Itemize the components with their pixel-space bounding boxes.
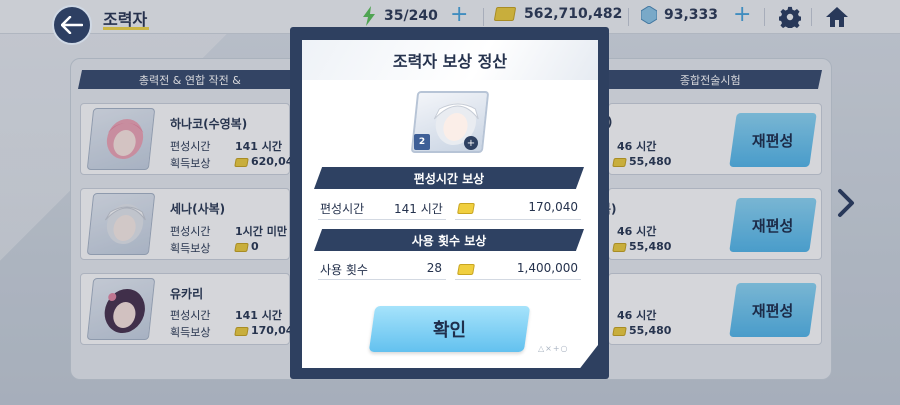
- count-label: 사용 횟수: [320, 263, 368, 277]
- modal-title: 조력자 보상 정산: [302, 40, 598, 80]
- decorative-symbols: △×+○: [538, 344, 569, 353]
- credit-icon: [457, 203, 475, 214]
- divider: [455, 219, 581, 220]
- divider: [318, 279, 446, 280]
- time-label: 편성시간: [320, 202, 365, 216]
- back-button[interactable]: [52, 5, 92, 45]
- support-icon: +: [464, 136, 478, 150]
- time-value: 141 시간: [394, 202, 443, 216]
- arrow-left-icon: [61, 16, 83, 34]
- count-value: 28: [426, 261, 442, 275]
- credit-icon: [457, 264, 475, 275]
- count-reward-value: 1,400,000: [516, 261, 578, 275]
- star-badge: 2: [414, 134, 430, 150]
- section-header-usage-reward: 사용 횟수 보상: [314, 229, 584, 251]
- time-reward-value: 170,040: [528, 200, 578, 214]
- divider: [318, 219, 446, 220]
- divider: [455, 279, 581, 280]
- section-header-time-reward: 편성시간 보상: [314, 167, 584, 189]
- confirm-button[interactable]: 확인: [368, 306, 531, 352]
